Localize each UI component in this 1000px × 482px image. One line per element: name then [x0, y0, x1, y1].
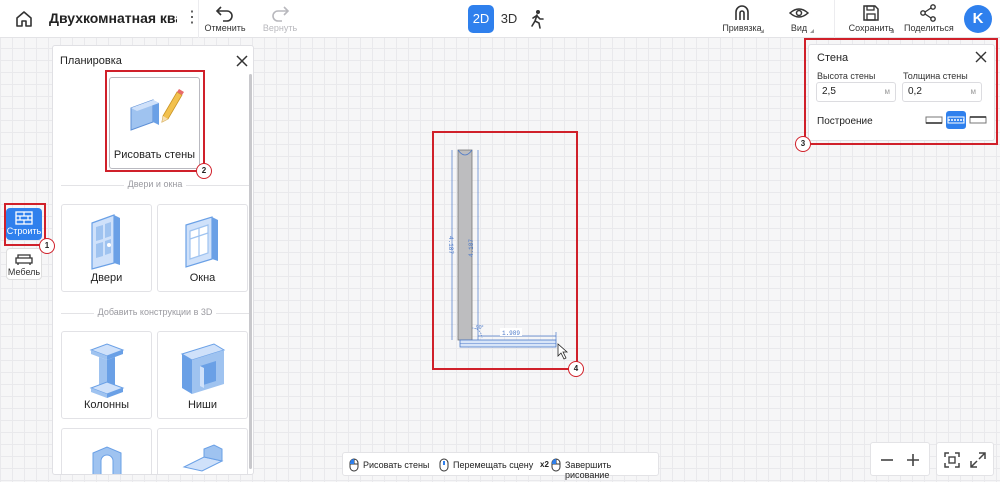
zoom-in-icon[interactable] [904, 451, 922, 469]
step-badge-4: 4 [568, 361, 584, 377]
windows-card[interactable]: Окна [157, 204, 248, 292]
hint-bar: Рисовать стены Перемещать сцену x2 Завер… [342, 452, 659, 480]
rail-furniture-label: Мебель [7, 267, 41, 277]
divider [198, 0, 199, 38]
door-icon [90, 214, 120, 270]
walk-mode-icon[interactable] [528, 9, 546, 29]
mouse-middle-click-icon [439, 458, 449, 472]
highlight-draw-walls [105, 70, 205, 172]
undo-label: Отменить [204, 23, 246, 33]
column-icon [89, 343, 124, 398]
rail-furniture-button[interactable]: Мебель [6, 248, 42, 280]
view-label: Вид [790, 23, 808, 33]
hint-finish-drawing: Завершить рисование [565, 460, 612, 480]
highlight-drawing [432, 131, 578, 370]
more-menu-icon[interactable]: ⋮ [184, 9, 200, 29]
fullscreen-icon[interactable] [969, 451, 987, 469]
mouse-left-click-icon [349, 458, 359, 472]
view-button[interactable]: Вид [784, 2, 814, 36]
step-badge-1: 1 [39, 238, 55, 254]
home-icon[interactable] [14, 9, 34, 29]
mouse-double-click-icon [551, 458, 561, 472]
snap-label: Привязка [722, 23, 762, 33]
project-title[interactable]: Двухкомнатная квар [49, 10, 177, 28]
beam-card[interactable] [157, 428, 248, 474]
save-label: Сохранить [848, 23, 894, 33]
columns-card[interactable]: Колонны [61, 331, 152, 419]
arch-icon [92, 446, 121, 474]
divider [834, 0, 835, 38]
save-icon [863, 5, 879, 21]
magnet-icon [735, 5, 749, 20]
share-icon [920, 4, 936, 22]
save-button[interactable]: Сохранить [848, 2, 894, 36]
snap-button[interactable]: Привязка [720, 2, 764, 36]
top-bar: Двухкомнатная квар ⋮ Отменить Вернуть 2D… [0, 0, 1000, 38]
dropdown-corner-icon [890, 29, 894, 33]
fit-to-screen-icon[interactable] [943, 451, 961, 469]
highlight-wall-panel [804, 38, 998, 145]
view-controls [936, 442, 994, 476]
eye-icon [789, 8, 809, 18]
doors-card[interactable]: Двери [61, 204, 152, 292]
user-avatar[interactable]: K [964, 5, 992, 33]
hint-move-scene: Перемещать сцену [453, 460, 534, 470]
panel-scrollbar[interactable] [249, 74, 252, 469]
undo-icon [215, 6, 233, 22]
section-doors-windows-label: Двери и окна [123, 179, 187, 189]
window-icon [184, 216, 218, 268]
columns-label: Колонны [84, 399, 129, 411]
sofa-icon [15, 254, 33, 265]
share-label: Поделиться [904, 23, 954, 33]
share-button[interactable]: Поделиться [904, 2, 954, 36]
close-icon[interactable] [235, 54, 249, 68]
undo-button[interactable]: Отменить [204, 2, 246, 36]
zoom-out-icon[interactable] [878, 451, 896, 469]
niches-label: Ниши [187, 399, 218, 411]
zoom-controls [870, 442, 930, 476]
niche-icon [180, 343, 225, 394]
section-3d-label: Добавить конструкции в 3D [93, 307, 217, 317]
arch-card[interactable] [61, 428, 152, 474]
beam-icon [182, 444, 223, 472]
doors-label: Двери [90, 272, 123, 284]
hint-draw-walls: Рисовать стены [363, 460, 430, 470]
mode-3d-button[interactable]: 3D [496, 5, 522, 33]
redo-button[interactable]: Вернуть [260, 2, 300, 36]
redo-label: Вернуть [262, 23, 298, 33]
section-doors-windows: Двери и окна [61, 179, 249, 191]
step-badge-3: 3 [795, 136, 811, 152]
windows-label: Окна [189, 272, 216, 284]
section-3d-constructions: Добавить конструкции в 3D [61, 307, 249, 319]
step-badge-2: 2 [196, 163, 212, 179]
panel-title: Планировка [60, 55, 122, 67]
highlight-build-button [4, 203, 46, 246]
hint-double-prefix: x2 [540, 460, 549, 469]
dropdown-corner-icon [760, 29, 764, 33]
redo-icon [272, 6, 290, 22]
mode-2d-button[interactable]: 2D [468, 5, 494, 33]
view-mode-switch: 2D 3D [466, 5, 552, 33]
dropdown-corner-icon [810, 29, 814, 33]
niches-card[interactable]: Ниши [157, 331, 248, 419]
